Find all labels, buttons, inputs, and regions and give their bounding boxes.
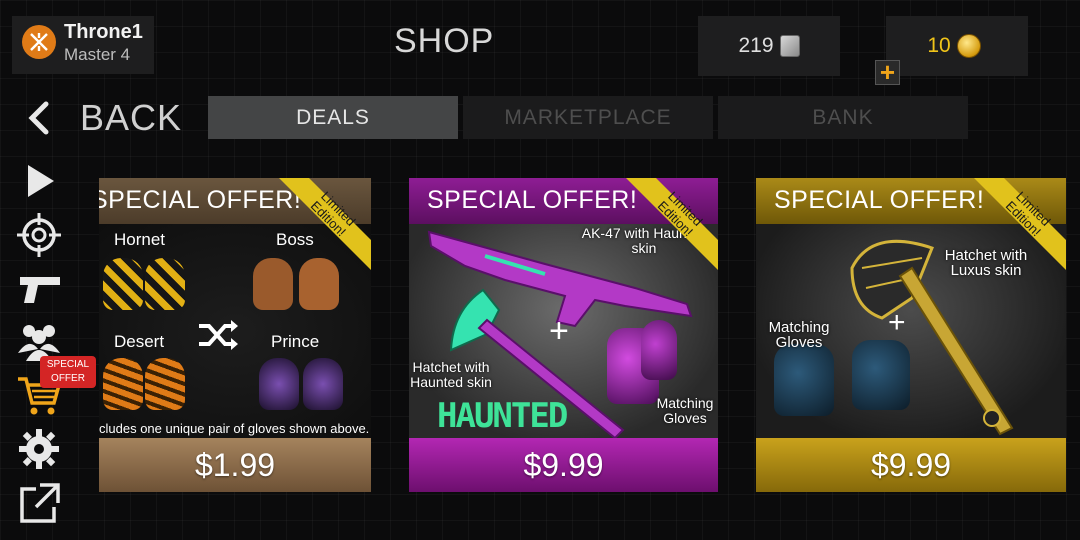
silver-currency: 219 (698, 16, 840, 76)
luxus-gloves-label: Matching Gloves (768, 319, 830, 351)
glove-label-desert: Desert (114, 332, 165, 351)
hatchet-label: Hatchet with Haunted skin (410, 359, 492, 390)
player-rank: Master 4 (64, 45, 131, 64)
deal-card-gloves[interactable]: Hornet Boss Desert Prince cludes one uni… (99, 178, 371, 492)
limited-edition-ribbon: Limited Edition! (279, 178, 371, 270)
shuffle-icon (199, 320, 238, 350)
prince-glove-left (259, 358, 299, 410)
tab-bank[interactable]: BANK (718, 96, 968, 139)
silver-amount: 219 (738, 34, 774, 57)
prince-glove-right (303, 358, 343, 410)
pistol-icon[interactable] (14, 266, 64, 312)
page-title: SHOP (394, 22, 495, 60)
gold-amount: 10 (927, 34, 951, 57)
haunted-logo: HAUNTED (437, 396, 568, 436)
limited-edition-ribbon: Limited Edition! (626, 178, 718, 270)
add-gold-button[interactable]: + (875, 59, 900, 85)
haunted-glove-right (641, 320, 677, 380)
glove-label-prince: Prince (271, 332, 320, 351)
plus-sign: + (888, 306, 906, 339)
deal-card-haunted[interactable]: AK-47 with Haunted skin Hatchet with Hau… (409, 178, 718, 492)
desert-glove-right (145, 358, 185, 410)
luxus-glove-right (852, 340, 910, 410)
tab-deals[interactable]: DEALS (208, 96, 458, 139)
price-button-luxus[interactable]: $9.99 (756, 438, 1066, 492)
player-name: Throne1 (64, 21, 143, 43)
back-label: BACK (80, 97, 183, 138)
player-profile[interactable]: Throne1 Master 4 (12, 16, 154, 74)
card-gloves-title: SPECIAL OFFER! (99, 186, 302, 214)
silver-coin-icon (779, 35, 800, 57)
card-haunted-title: SPECIAL OFFER! (427, 186, 638, 214)
limited-edition-ribbon: Limited Edition! (974, 178, 1066, 270)
back-button[interactable]: BACK (22, 96, 181, 140)
card-luxus-title: SPECIAL OFFER! (774, 186, 985, 214)
tab-marketplace[interactable]: MARKETPLACE (463, 96, 713, 139)
desert-glove-left (103, 358, 143, 410)
deal-card-luxus[interactable]: Hatchet with Luxus skin Matching Gloves … (756, 178, 1066, 492)
special-offer-badge: SPECIAL OFFER (40, 356, 96, 388)
rank-badge-icon (22, 25, 56, 59)
plus-sign: + (549, 312, 569, 350)
external-link-icon[interactable] (14, 480, 64, 526)
crosshair-icon[interactable] (14, 212, 64, 258)
price-button-gloves[interactable]: $1.99 (99, 438, 371, 492)
luxus-glove-left (774, 344, 834, 416)
hornet-glove-right (145, 258, 185, 310)
gold-currency: 10 (886, 16, 1028, 76)
gloves-label: Matching Gloves (656, 395, 714, 426)
gold-coin-icon (956, 34, 981, 58)
hornet-glove-left (103, 258, 143, 310)
gloves-footnote: cludes one unique pair of gloves shown a… (99, 421, 370, 436)
price-button-haunted[interactable]: $9.99 (409, 438, 718, 492)
glove-label-hornet: Hornet (114, 230, 166, 249)
play-icon[interactable] (14, 158, 64, 204)
settings-icon[interactable] (14, 426, 64, 472)
chevron-left-icon (28, 101, 49, 135)
